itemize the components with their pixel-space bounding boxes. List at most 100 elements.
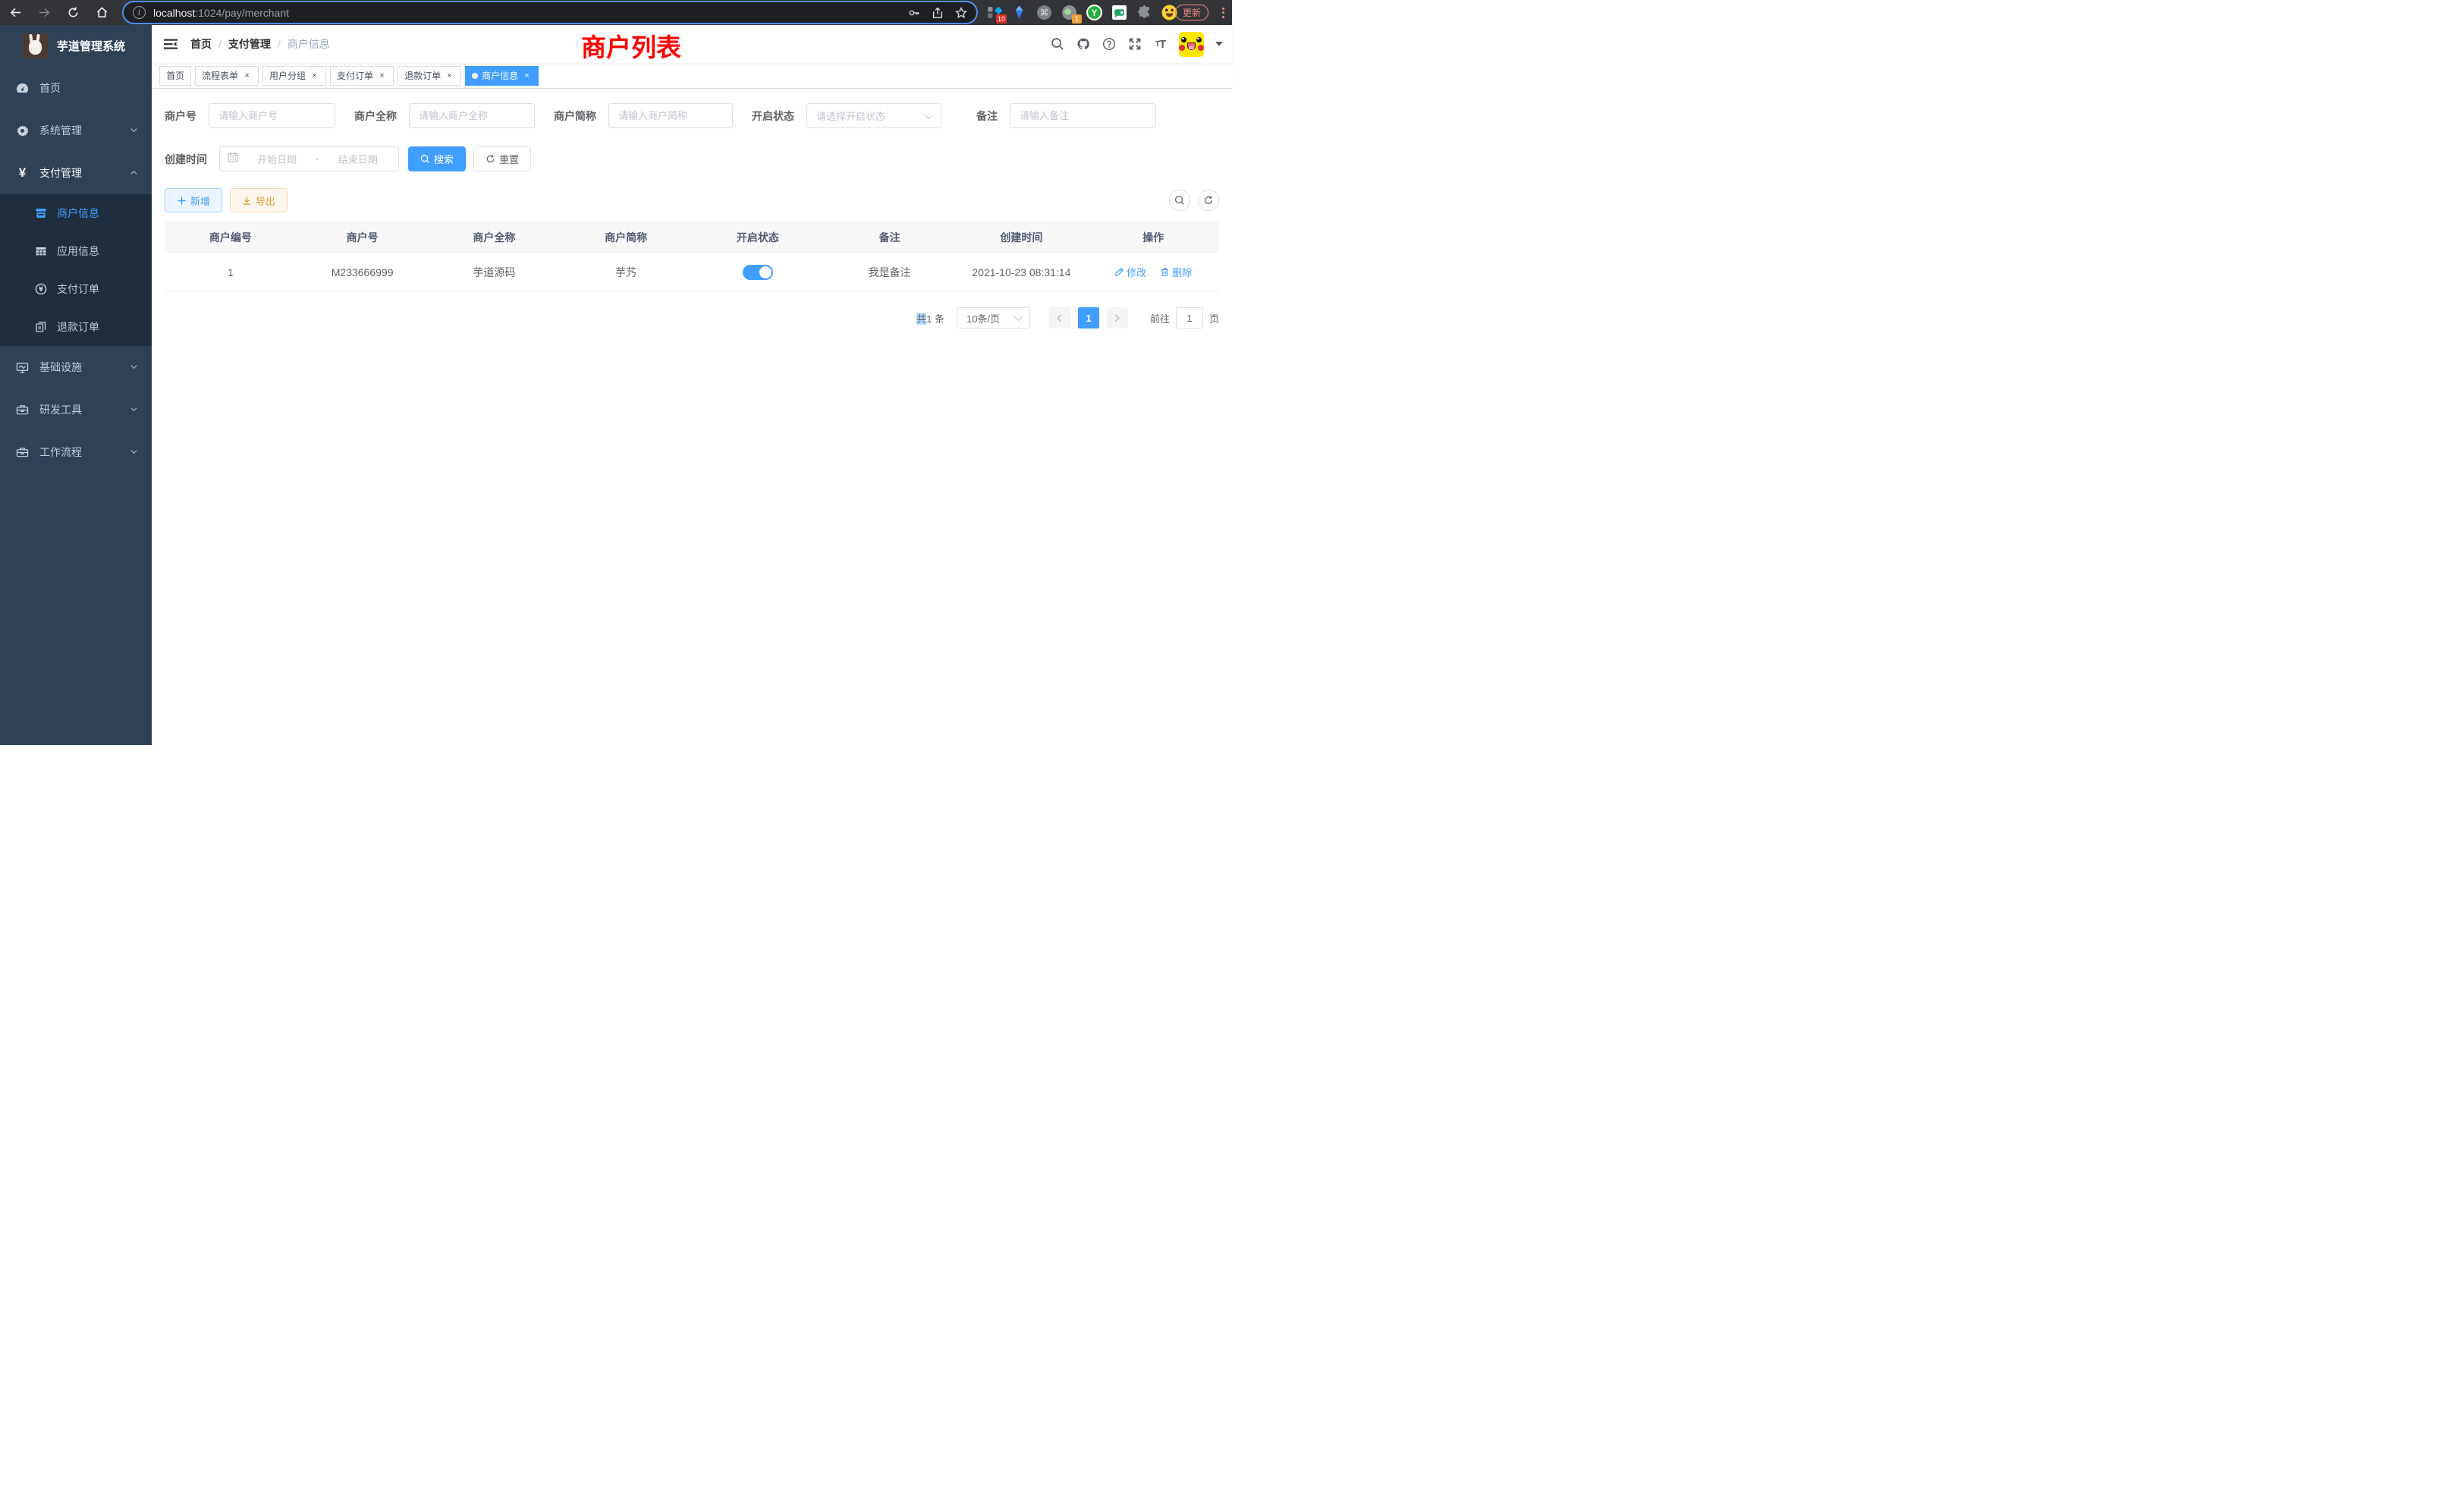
reset-button[interactable]: 重置 [473,146,531,171]
filter-label-full-name: 商户全称 [354,108,397,124]
chevron-down-icon [130,446,138,458]
payment-submenu: 商户信息 应用信息 ¥ 支付订单 退款订单 [0,194,152,346]
close-icon[interactable]: × [310,71,319,80]
short-name-input[interactable] [608,103,733,128]
plus-icon [177,196,187,206]
edit-link[interactable]: 修改 [1114,265,1146,279]
breadcrumb-current: 商户信息 [288,36,330,52]
extension-puzzle-icon[interactable] [1136,5,1152,20]
date-separator: - [316,153,319,165]
browser-home-icon[interactable] [93,3,112,22]
sidebar-item-pay-order[interactable]: ¥ 支付订单 [0,270,152,308]
refresh-table-button[interactable] [1198,190,1219,211]
show-search-toggle-button[interactable] [1169,190,1190,211]
tab-process-form[interactable]: 流程表单 × [195,66,259,86]
browser-toolbar: i localhost:1024/pay/merchant 10 ⌘ 1 Y [0,0,1232,25]
close-icon[interactable]: × [522,71,532,80]
share-icon[interactable] [932,7,944,19]
search-button-label: 搜索 [434,152,454,166]
sidebar-item-infra[interactable]: 基础设施 [0,346,152,388]
tab-pay-order[interactable]: 支付订单× [330,66,394,86]
refresh-icon [486,154,495,164]
remark-input[interactable] [1010,103,1156,128]
gear-icon [16,124,29,137]
cell-create-time: 2021-10-23 08:31:14 [956,253,1088,292]
export-button[interactable]: 导出 [230,188,288,212]
chrome-update-button[interactable]: 更新 [1175,5,1208,20]
breadcrumb-separator: / [278,38,281,50]
sidebar: 芋道管理系统 首页 系统管理 ¥ 支付管理 商户信息 [0,25,152,745]
browser-reload-icon[interactable] [64,3,83,22]
page-info-icon[interactable]: i [133,6,146,19]
chevron-down-icon [130,124,138,137]
font-size-icon[interactable]: TT [1153,37,1168,52]
tab-label: 流程表单 [202,69,238,82]
status-select[interactable]: 请选择开启状态 [806,103,941,128]
refresh-icon [1203,195,1214,206]
url-bar[interactable]: i localhost:1024/pay/merchant [124,2,976,23]
sidebar-item-home[interactable]: 首页 [0,67,152,109]
edit-pen-icon [1114,267,1124,277]
sidebar-item-label: 工作流程 [39,445,82,460]
extension-balloon-icon[interactable] [1011,5,1027,20]
sidebar-item-payment[interactable]: ¥ 支付管理 [0,152,152,194]
goto-page-input[interactable] [1176,307,1203,328]
sidebar-item-label: 应用信息 [57,244,99,259]
status-toggle[interactable] [743,265,773,280]
extension-recorder-icon[interactable]: 1 [1061,5,1077,20]
browser-forward-icon[interactable] [35,3,54,22]
sidebar-item-app-info[interactable]: 应用信息 [0,232,152,270]
sidebar-item-system[interactable]: 系统管理 [0,109,152,152]
search-button[interactable]: 搜索 [408,146,466,171]
sidebar-item-workflow[interactable]: 工作流程 [0,431,152,473]
chevron-down-icon [130,361,138,373]
close-icon[interactable]: × [445,71,454,80]
svg-text:¥: ¥ [39,286,43,294]
sidebar-item-merchant-info[interactable]: 商户信息 [0,194,152,232]
close-icon[interactable]: × [242,71,252,80]
avatar[interactable] [1179,32,1204,57]
edit-link-label: 修改 [1127,265,1146,279]
tab-label: 用户分组 [269,69,306,82]
next-page-button[interactable] [1107,307,1128,328]
create-time-range-picker[interactable]: 开始日期 - 结束日期 [219,146,399,171]
extension-command-icon[interactable]: ⌘ [1036,5,1052,20]
extension-y-icon[interactable]: Y [1086,5,1102,20]
password-key-icon[interactable] [908,7,920,19]
tab-refund-order[interactable]: 退款订单× [398,66,461,86]
header-search-icon[interactable] [1050,37,1064,52]
sidebar-item-label: 研发工具 [39,402,82,417]
delete-link-label: 删除 [1172,265,1192,279]
full-name-input[interactable] [409,103,535,128]
breadcrumb: 首页 / 支付管理 / 商户信息 [190,36,330,52]
col-merchant-id: 商户编号 [165,222,297,253]
close-icon[interactable]: × [377,71,387,80]
trash-icon [1160,267,1170,277]
delete-link[interactable]: 删除 [1160,265,1192,279]
extension-chat-icon[interactable] [1111,5,1127,20]
page-number-1[interactable]: 1 [1078,307,1099,328]
fullscreen-icon[interactable] [1127,37,1142,52]
sidebar-item-dev-tools[interactable]: 研发工具 [0,388,152,431]
app-logo-row[interactable]: 芋道管理系统 [0,25,152,67]
prev-page-button[interactable] [1049,307,1070,328]
breadcrumb-payment[interactable]: 支付管理 [228,36,271,52]
github-icon[interactable] [1076,37,1090,52]
help-icon[interactable] [1102,37,1116,52]
page-size-select[interactable]: 10条/页 [957,307,1030,328]
tab-user-group[interactable]: 用户分组 × [262,66,326,86]
tab-home[interactable]: 首页 [159,66,191,86]
tab-merchant-info[interactable]: 商户信息× [465,66,539,86]
merchant-no-input[interactable] [209,103,335,128]
sidebar-item-refund-order[interactable]: 退款订单 [0,308,152,346]
cell-merchant-id: 1 [165,253,297,292]
avatar-caret-icon[interactable] [1215,42,1223,46]
extension-grid-icon[interactable]: 10 [986,5,1002,20]
add-button[interactable]: 新增 [165,188,222,212]
chrome-menu-icon[interactable] [1218,5,1228,20]
breadcrumb-home[interactable]: 首页 [190,36,212,52]
chevron-right-icon [1113,314,1121,322]
collapse-sidebar-icon[interactable] [163,36,178,52]
bookmark-star-icon[interactable] [955,7,967,19]
browser-back-icon[interactable] [6,3,25,22]
